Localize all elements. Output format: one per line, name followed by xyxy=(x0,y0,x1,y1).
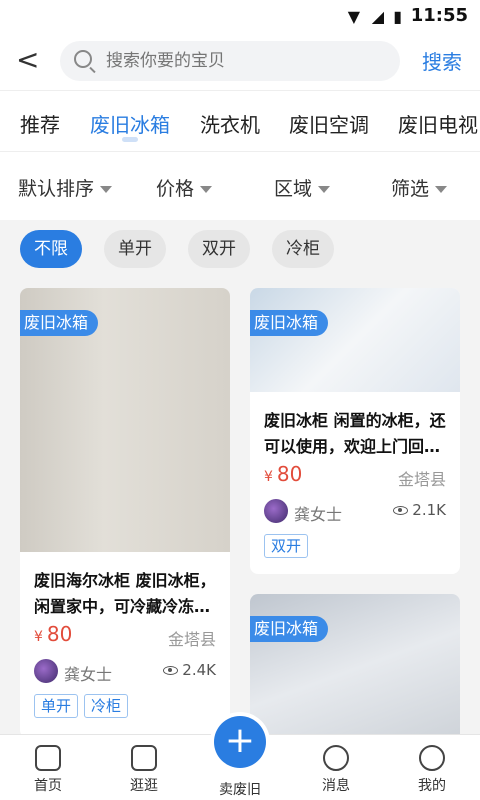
search-icon xyxy=(74,50,92,68)
tab-ac[interactable]: 废旧空调 xyxy=(289,109,369,138)
eye-icon xyxy=(393,506,409,515)
product-title: 废旧海尔冰柜 废旧冰柜，闲置家中，可冷藏冷冻… xyxy=(34,571,216,616)
tab-fridge[interactable]: 废旧冰箱 xyxy=(90,109,170,142)
product-location: 金塔县 xyxy=(397,470,446,489)
bag-icon xyxy=(131,745,157,771)
status-time: 11:55 xyxy=(410,5,468,26)
battery-icon: ▮ xyxy=(393,7,402,26)
nav-me[interactable]: 我的 xyxy=(402,745,462,795)
tab-recommend[interactable]: 推荐 xyxy=(20,109,60,138)
filter-bar: 默认排序 价格 区域 筛选 xyxy=(0,152,480,220)
product-tag: 双开 xyxy=(264,534,309,558)
seller-name: 龚女士 xyxy=(294,505,343,524)
category-tabs: 推荐 废旧冰箱 洗衣机 废旧空调 废旧电视 xyxy=(0,90,480,152)
product-card[interactable]: 废旧冰箱 废旧冰柜 闲置的冰柜，还可以使用，欢迎上门回… ¥80 金塔县 龚女士… xyxy=(250,288,460,574)
sell-fab[interactable]: + xyxy=(210,712,270,772)
nav-browse[interactable]: 逛逛 xyxy=(114,745,174,795)
product-price: ¥80 xyxy=(264,462,303,486)
search-button[interactable]: 搜索 xyxy=(422,46,462,75)
chevron-down-icon xyxy=(435,186,448,193)
header: < 搜索 xyxy=(0,32,480,90)
product-location: 金塔县 xyxy=(167,630,216,649)
chip-row: 不限 单开 双开 冷柜 xyxy=(0,230,480,270)
category-badge: 废旧冰箱 xyxy=(250,616,329,642)
smile-icon xyxy=(419,745,445,771)
back-icon[interactable]: < xyxy=(16,46,39,74)
chip-all[interactable]: 不限 xyxy=(20,230,82,268)
search-input[interactable] xyxy=(106,41,386,81)
view-count: 2.1K xyxy=(393,501,446,519)
chip-freezer[interactable]: 冷柜 xyxy=(272,230,334,268)
avatar xyxy=(34,659,58,683)
product-price: ¥80 xyxy=(34,622,73,646)
nav-home[interactable]: 首页 xyxy=(18,745,78,795)
wifi-icon: ▼ xyxy=(347,7,360,26)
product-card[interactable]: 废旧冰箱 废旧海尔冰柜 废旧冰柜，闲置家中，可冷藏冷冻… ¥80 金塔县 龚女士… xyxy=(20,288,230,738)
nav-messages[interactable]: 消息 xyxy=(306,745,366,795)
product-tag: 冷柜 xyxy=(84,694,129,718)
chevron-down-icon xyxy=(100,186,113,193)
avatar xyxy=(264,499,288,523)
tab-tv[interactable]: 废旧电视 xyxy=(398,109,478,138)
tab-underline xyxy=(122,137,138,142)
product-card[interactable]: 废旧冰箱 xyxy=(250,594,460,744)
chevron-down-icon xyxy=(318,186,331,193)
chevron-down-icon xyxy=(200,186,213,193)
category-badge: 废旧冰箱 xyxy=(250,310,329,336)
nav-sell[interactable]: 卖废旧 xyxy=(210,779,270,799)
seller-name: 龚女士 xyxy=(64,665,113,684)
chip-single[interactable]: 单开 xyxy=(104,230,166,268)
filter-region[interactable]: 区域 xyxy=(274,174,331,201)
home-icon xyxy=(35,745,61,771)
signal-icon: ◢ xyxy=(371,7,384,26)
status-bar: ▼ ◢ ▮ 11:55 xyxy=(0,0,480,32)
filter-price[interactable]: 价格 xyxy=(156,174,213,201)
eye-icon xyxy=(163,666,179,675)
filter-sort[interactable]: 默认排序 xyxy=(18,174,113,201)
product-title: 废旧冰柜 闲置的冰柜，还可以使用，欢迎上门回… xyxy=(264,411,446,456)
filter-more[interactable]: 筛选 xyxy=(391,174,448,201)
product-image xyxy=(250,288,460,392)
tab-washer[interactable]: 洗衣机 xyxy=(200,109,260,138)
plus-icon: + xyxy=(214,716,266,768)
chip-double[interactable]: 双开 xyxy=(188,230,250,268)
category-badge: 废旧冰箱 xyxy=(20,310,99,336)
search-box[interactable] xyxy=(60,41,400,81)
product-tag: 单开 xyxy=(34,694,79,718)
chat-icon xyxy=(323,745,349,771)
view-count: 2.4K xyxy=(163,661,216,679)
